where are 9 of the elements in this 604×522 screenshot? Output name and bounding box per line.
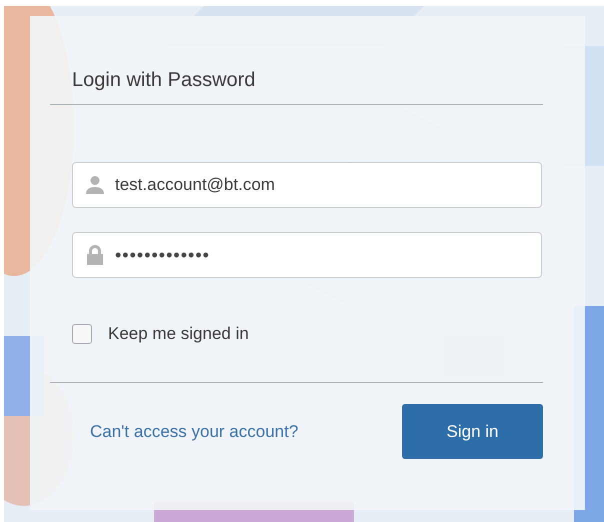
user-icon	[85, 175, 105, 195]
checkbox[interactable]	[72, 324, 92, 344]
card-title: Login with Password	[72, 68, 256, 93]
checkbox-label: Keep me signed in	[108, 324, 249, 344]
lock-icon	[85, 245, 105, 265]
username-field[interactable]: test.account@bt.com	[72, 162, 542, 208]
password-field[interactable]: •••••••••••••	[72, 232, 542, 278]
sign-in-button[interactable]: Sign in	[402, 404, 543, 459]
help-link[interactable]: Can't access your account?	[90, 422, 298, 442]
